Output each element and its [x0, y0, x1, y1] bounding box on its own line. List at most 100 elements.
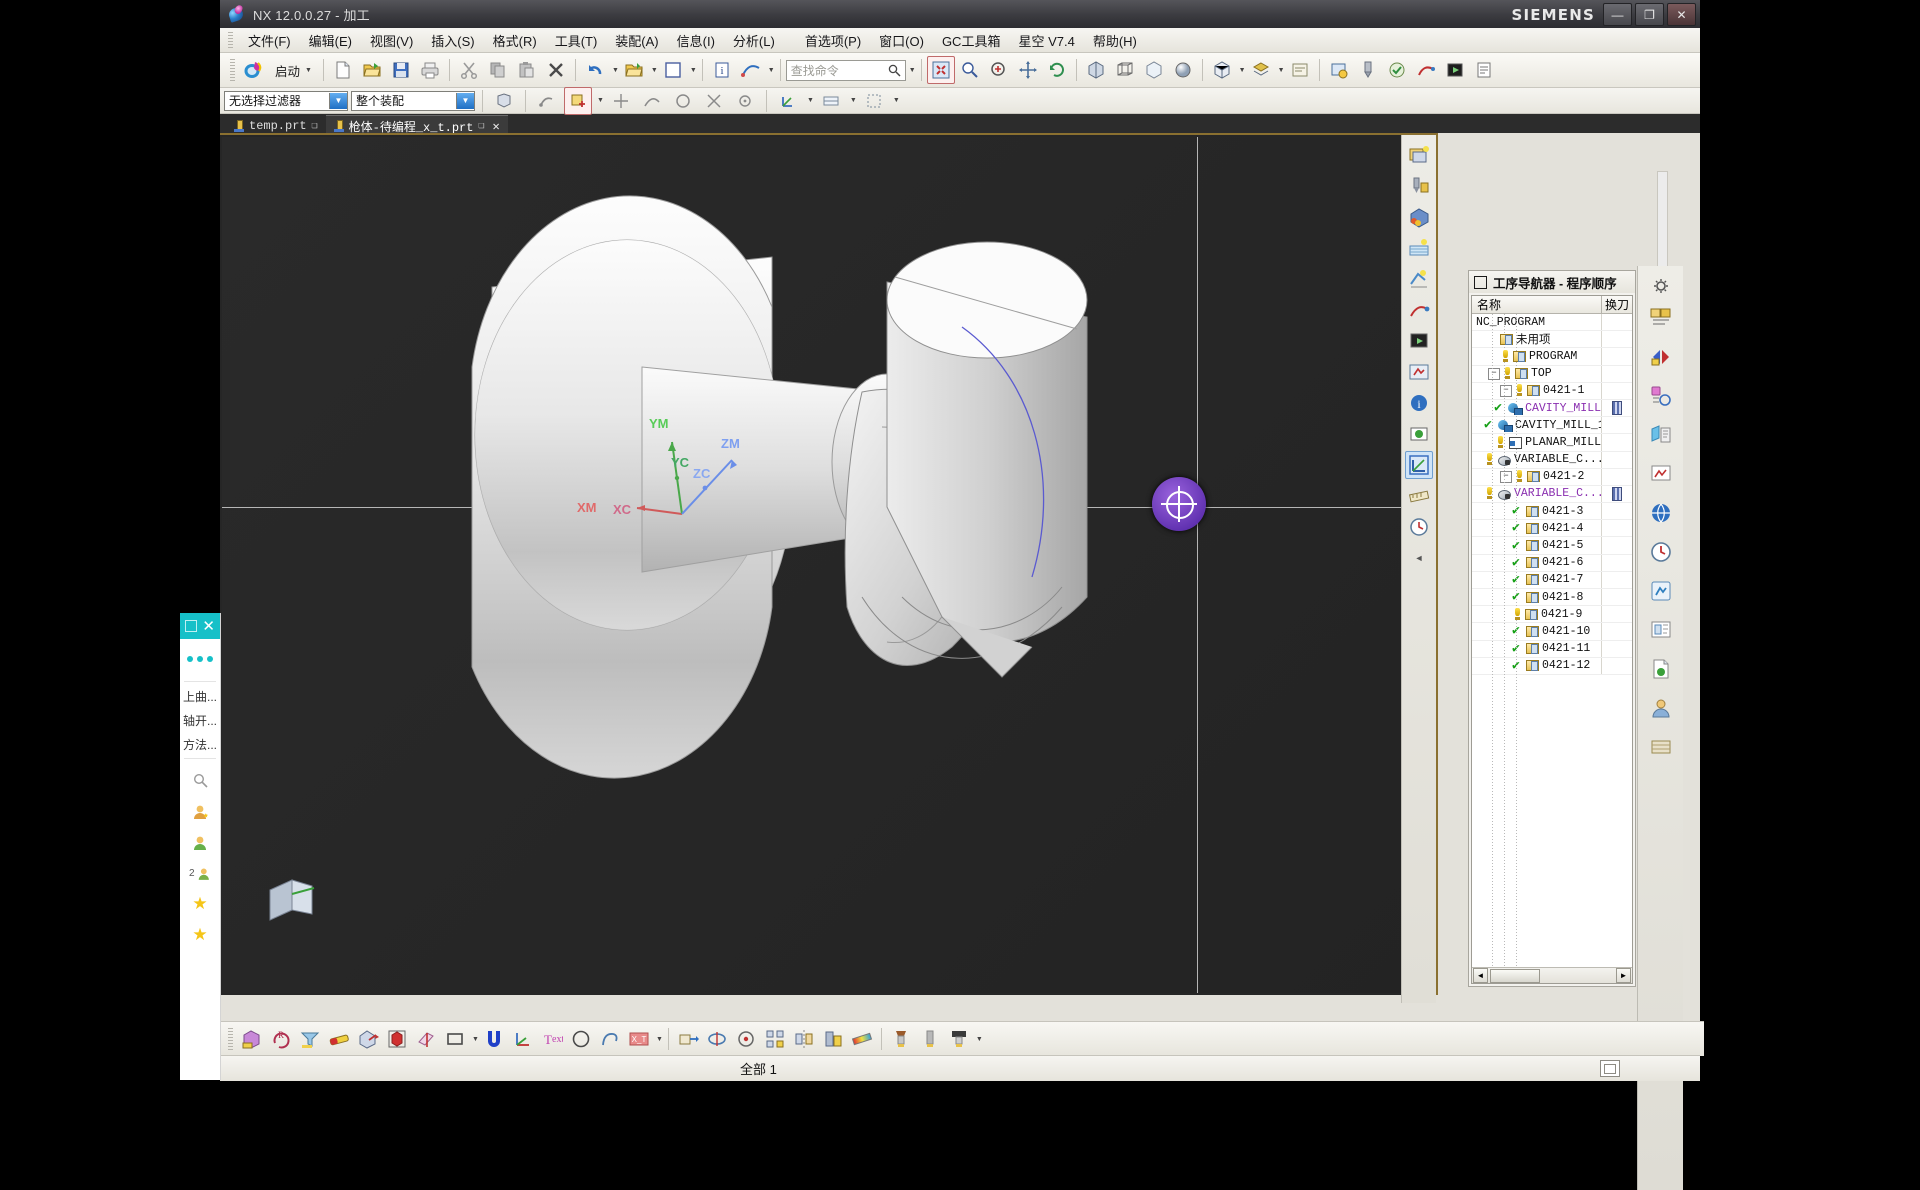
- generate-toolpath-icon[interactable]: [1412, 56, 1440, 84]
- snap-chevron-down-icon[interactable]: ▼: [597, 97, 604, 104]
- assembly-navigator-icon[interactable]: [1645, 302, 1677, 334]
- blank-square-icon[interactable]: [659, 56, 687, 84]
- system-materials-icon[interactable]: [1645, 731, 1677, 763]
- navigator-row-name-cell[interactable]: VARIABLE_C...: [1472, 453, 1601, 466]
- snap-intersection-icon[interactable]: [700, 87, 728, 115]
- rectangle-icon[interactable]: [441, 1025, 469, 1053]
- start-button[interactable]: 启动 ▼: [269, 56, 318, 84]
- redo-chevron-down-icon[interactable]: ▼: [651, 67, 658, 74]
- export-chevron-down-icon[interactable]: ▼: [656, 1036, 663, 1043]
- transparent-view-icon[interactable]: [1140, 56, 1168, 84]
- mill-tool-icon[interactable]: [887, 1025, 915, 1053]
- navigator-row[interactable]: PROGRAM: [1472, 348, 1632, 366]
- wireframe-view-icon[interactable]: [1111, 56, 1139, 84]
- pan-icon[interactable]: [1014, 56, 1042, 84]
- navigator-row[interactable]: ✔ 0421-6: [1472, 554, 1632, 572]
- panel-pin-icon[interactable]: [1474, 275, 1487, 289]
- navigator-row[interactable]: PLANAR_MILL: [1472, 434, 1632, 452]
- navigator-row[interactable]: VARIABLE_C...: [1472, 451, 1632, 469]
- column-header-toolchange[interactable]: 换刀: [1602, 296, 1632, 313]
- layer-visible-chevron-down-icon[interactable]: ▼: [850, 97, 857, 104]
- navigator-row[interactable]: ✔ 0421-10: [1472, 623, 1632, 641]
- menu-information[interactable]: 信息(I): [668, 29, 724, 52]
- search-icon[interactable]: [189, 769, 211, 791]
- favorite-star-icon-2[interactable]: ★: [189, 924, 211, 946]
- find-chevron-down-icon[interactable]: ▼: [909, 67, 916, 74]
- navigator-row[interactable]: VARIABLE_C...: [1472, 485, 1632, 504]
- floating-panel-restore-icon[interactable]: [185, 620, 197, 632]
- simulate-icon[interactable]: [1405, 358, 1433, 386]
- blank-chevron-down-icon[interactable]: ▼: [690, 67, 697, 74]
- create-tool-icon[interactable]: [1354, 56, 1382, 84]
- copy-icon[interactable]: [484, 56, 512, 84]
- navigator-row[interactable]: NC_PROGRAM: [1472, 314, 1632, 332]
- roles-icon[interactable]: [1645, 692, 1677, 724]
- menu-preferences[interactable]: 首选项(P): [796, 29, 870, 52]
- process-studio-icon[interactable]: [1645, 575, 1677, 607]
- rectangle-chevron-down-icon[interactable]: ▼: [472, 1036, 479, 1043]
- wcs-display-icon[interactable]: [774, 87, 802, 115]
- blue-channel-icon[interactable]: [480, 1025, 508, 1053]
- menu-grip-handle[interactable]: [228, 32, 233, 48]
- hole-icon[interactable]: [732, 1025, 760, 1053]
- scroll-thumb[interactable]: [1490, 968, 1540, 983]
- measure-distance-icon[interactable]: [848, 1025, 876, 1053]
- create-geometry-icon[interactable]: [1405, 203, 1433, 231]
- new-document-icon[interactable]: [329, 56, 357, 84]
- pattern-feature-icon[interactable]: [761, 1025, 789, 1053]
- info-icon[interactable]: i: [708, 56, 736, 84]
- drill-tool-icon[interactable]: [916, 1025, 944, 1053]
- scope-filter-combo[interactable]: 整个装配 ▼: [351, 90, 475, 111]
- redo-folder-icon[interactable]: [620, 56, 648, 84]
- revolve-icon[interactable]: [703, 1025, 731, 1053]
- orient-chevron-down-icon[interactable]: ▼: [1239, 67, 1246, 74]
- scissors-icon[interactable]: [455, 56, 483, 84]
- info-tool-icon[interactable]: i: [1405, 389, 1433, 417]
- navigator-row[interactable]: ✔ 0421-7: [1472, 571, 1632, 589]
- constraint-navigator-icon[interactable]: [1645, 341, 1677, 373]
- layer-visible-icon[interactable]: [817, 87, 845, 115]
- navigator-row[interactable]: ✔ 0421-8: [1472, 589, 1632, 607]
- maximize-button[interactable]: ❐: [1635, 3, 1664, 26]
- create-program-icon[interactable]: [1405, 141, 1433, 169]
- history-icon[interactable]: [1405, 513, 1433, 541]
- edit-object-display-icon[interactable]: [325, 1025, 353, 1053]
- documentation-icon[interactable]: [1645, 653, 1677, 685]
- find-command-input[interactable]: 查找命令: [785, 59, 906, 81]
- close-button[interactable]: ✕: [1667, 3, 1696, 26]
- chevron-down-icon[interactable]: ▼: [329, 92, 347, 109]
- tab-close-icon[interactable]: ✕: [492, 119, 499, 134]
- navigator-row[interactable]: 未用项: [1472, 331, 1632, 349]
- close-icon[interactable]: ✕: [202, 617, 215, 635]
- sketch-chevron-down-icon[interactable]: ▼: [893, 97, 900, 104]
- create-geometry-icon[interactable]: [1325, 56, 1353, 84]
- menu-format[interactable]: 格式(R): [484, 29, 546, 52]
- curve-chevron-down-icon[interactable]: ▼: [768, 67, 775, 74]
- gear-icon[interactable]: [1645, 270, 1677, 302]
- studio-view-icon[interactable]: [1169, 56, 1197, 84]
- graphics-window[interactable]: XM XC YM YC ZM ZC i ◄: [220, 133, 1438, 1003]
- history-palette-icon[interactable]: [1645, 536, 1677, 568]
- minimize-button[interactable]: —: [1603, 3, 1632, 26]
- spline-icon[interactable]: [596, 1025, 624, 1053]
- printer-icon[interactable]: [416, 56, 444, 84]
- orient-view-icon[interactable]: [1208, 56, 1236, 84]
- edit-section-icon[interactable]: [296, 1025, 324, 1053]
- verify-toolpath-icon[interactable]: [1441, 56, 1469, 84]
- show-hide-icon[interactable]: [238, 1025, 266, 1053]
- floating-panel-item-1[interactable]: 轴开...: [180, 708, 220, 732]
- tree-expander-collapse-icon[interactable]: −: [1500, 470, 1512, 483]
- workpart-icon[interactable]: [1286, 56, 1314, 84]
- move-object-icon[interactable]: [354, 1025, 382, 1053]
- sew-icon[interactable]: [819, 1025, 847, 1053]
- sketch-section-icon[interactable]: [860, 87, 888, 115]
- tree-expander-collapse-icon[interactable]: −: [1488, 367, 1500, 380]
- menu-xingkong[interactable]: 星空 V7.4: [1009, 29, 1083, 52]
- wcs-chevron-down-icon[interactable]: ▼: [807, 97, 814, 104]
- undo-chevron-down-icon[interactable]: ▼: [612, 67, 619, 74]
- menu-view[interactable]: 视图(V): [361, 29, 422, 52]
- menu-file[interactable]: 文件(F): [239, 29, 300, 52]
- floating-side-panel[interactable]: ✕ 上曲... 轴开... 方法... 2 ★ ★: [180, 613, 221, 1080]
- part-navigator-icon[interactable]: [1645, 380, 1677, 412]
- floating-panel-more-icon[interactable]: [180, 639, 220, 679]
